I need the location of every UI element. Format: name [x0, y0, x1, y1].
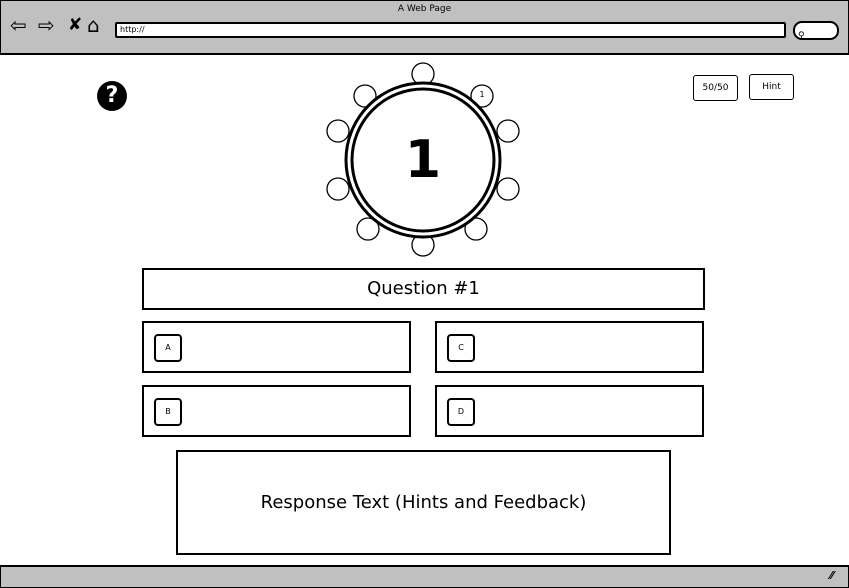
response-text-box: Response Text (Hints and Feedback): [176, 450, 671, 555]
resize-grip-icon[interactable]: ⁄⁄: [830, 569, 834, 582]
answer-a-button[interactable]: A: [142, 321, 411, 373]
timer-marker: [326, 119, 350, 143]
answer-a-label: A: [154, 334, 182, 362]
timer-marker-label: 1: [479, 90, 485, 99]
question-box: Question #1: [142, 268, 705, 310]
timer-marker: [496, 119, 520, 143]
answer-d-button[interactable]: D: [435, 385, 704, 437]
timer-marker: [496, 177, 520, 201]
timer-marker: [326, 177, 350, 201]
answer-b-label: B: [154, 398, 182, 426]
answer-c-button[interactable]: C: [435, 321, 704, 373]
answer-c-label: C: [447, 334, 475, 362]
timer-value: 1: [404, 130, 442, 190]
status-bar: [0, 565, 849, 588]
answer-b-button[interactable]: B: [142, 385, 411, 437]
answer-d-label: D: [447, 398, 475, 426]
